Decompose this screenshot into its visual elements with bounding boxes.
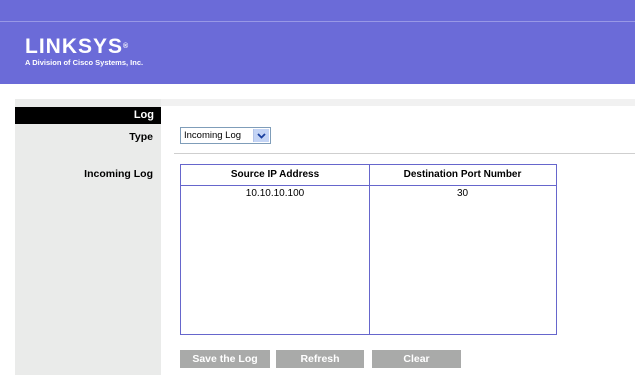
save-log-button[interactable]: Save the Log [180, 350, 270, 368]
table-cell-source-ip: 10.10.10.100 [245, 188, 305, 199]
destination-port-column: Destination Port Number 30 [369, 165, 556, 334]
source-ip-column: Source IP Address 10.10.10.100 [181, 165, 370, 334]
incoming-log-label: Incoming Log [84, 168, 153, 180]
chevron-down-icon-glyph [257, 132, 266, 139]
chevron-down-icon[interactable] [253, 129, 269, 142]
type-label: Type [129, 131, 153, 143]
brand-logo-text: LINKSYS [25, 35, 124, 58]
section-title: Log [15, 107, 161, 124]
log-type-select-value: Incoming Log [184, 130, 242, 141]
incoming-log-table: Source IP Address 10.10.10.100 Destinati… [180, 164, 557, 335]
brand-tagline: A Division of Cisco Systems, Inc. [25, 58, 144, 67]
header-divider [0, 21, 635, 22]
refresh-button[interactable]: Refresh [276, 350, 364, 368]
column-header-source-ip: Source IP Address [181, 165, 369, 186]
column-header-destination-port: Destination Port Number [369, 165, 556, 186]
top-band [161, 99, 635, 106]
table-cell-destination-port: 30 [456, 188, 469, 199]
registered-mark: ® [123, 43, 130, 50]
clear-button[interactable]: Clear [372, 350, 461, 368]
log-type-select[interactable]: Incoming Log [180, 127, 271, 144]
logo: LINKSYS® A Division of Cisco Systems, In… [25, 36, 144, 68]
section-divider [174, 153, 635, 154]
header-banner: LINKSYS® A Division of Cisco Systems, In… [0, 0, 635, 84]
brand-logo: LINKSYS® [25, 36, 143, 58]
